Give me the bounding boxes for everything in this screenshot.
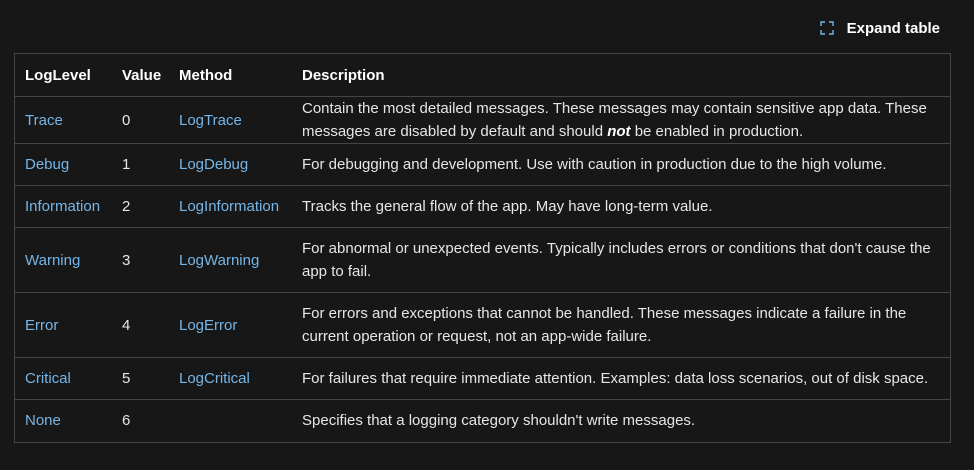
loglevel-link[interactable]: Trace xyxy=(15,96,112,144)
description-cell: Tracks the general flow of the app. May … xyxy=(292,185,950,228)
description-cell: For failures that require immediate atte… xyxy=(292,357,950,400)
loglevel-link[interactable]: None xyxy=(15,400,112,442)
method-link[interactable]: LogInformation xyxy=(169,185,292,228)
description-cell: Contain the most detailed messages. Thes… xyxy=(292,96,950,144)
description-cell: Specifies that a logging category should… xyxy=(302,412,696,430)
expand-icon xyxy=(819,21,834,35)
table-row: None 6 Specifies that a logging category… xyxy=(15,400,950,442)
value-cell: 0 xyxy=(112,96,169,144)
table-row: Debug 1 LogDebug For debugging and devel… xyxy=(15,143,950,186)
value-cell: 5 xyxy=(112,357,169,400)
description-cell: For abnormal or unexpected events. Typic… xyxy=(292,227,950,293)
value-cell: 6 xyxy=(122,412,131,430)
loglevel-link[interactable]: Error xyxy=(15,292,112,358)
loglevel-link[interactable]: Critical xyxy=(15,357,112,400)
value-cell: 1 xyxy=(112,143,169,186)
header-loglevel: LogLevel xyxy=(15,54,112,97)
loglevel-link[interactable]: Debug xyxy=(15,143,112,186)
method-link[interactable]: LogCritical xyxy=(169,357,292,400)
loglevel-table: LogLevel Value Method Description Trace … xyxy=(14,53,951,443)
loglevel-link[interactable]: Warning xyxy=(15,227,112,293)
method-link[interactable]: LogDebug xyxy=(169,143,292,186)
value-cell: 2 xyxy=(112,185,169,228)
expand-table-button[interactable]: Expand table xyxy=(819,18,940,38)
table-row: Warning 3 LogWarning For abnormal or une… xyxy=(15,227,950,293)
method-link[interactable]: LogWarning xyxy=(169,227,292,293)
method-link xyxy=(169,400,292,442)
value-cell: 4 xyxy=(112,292,169,358)
value-cell: 3 xyxy=(112,227,169,293)
header-description: Description xyxy=(292,54,950,97)
table-header-row: LogLevel Value Method Description xyxy=(15,54,950,97)
description-cell: For debugging and development. Use with … xyxy=(292,143,950,186)
method-link[interactable]: LogError xyxy=(169,292,292,358)
description-cell: For errors and exceptions that cannot be… xyxy=(292,292,950,358)
method-link[interactable]: LogTrace xyxy=(169,96,292,144)
table-row: Critical 5 LogCritical For failures that… xyxy=(15,357,950,400)
table-row: Trace 0 LogTrace Contain the most detail… xyxy=(15,96,950,144)
header-value: Value xyxy=(112,54,169,97)
loglevel-link[interactable]: Information xyxy=(15,185,112,228)
expand-table-label: Expand table xyxy=(846,19,940,37)
header-method: Method xyxy=(169,54,292,97)
table-row: Error 4 LogError For errors and exceptio… xyxy=(15,292,950,358)
table-row: Information 2 LogInformation Tracks the … xyxy=(15,185,950,228)
